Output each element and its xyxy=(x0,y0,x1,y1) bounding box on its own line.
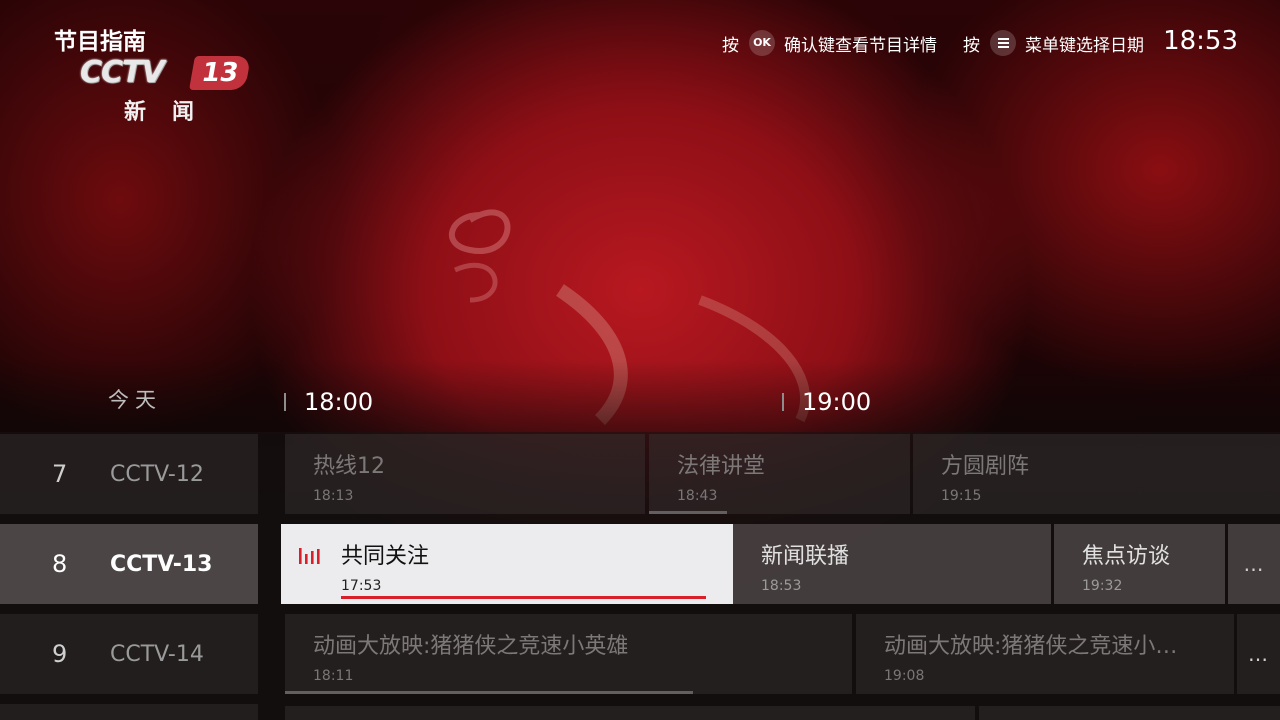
logo-brand-text: CCTV xyxy=(80,55,165,90)
date-selector[interactable]: 今天 xyxy=(108,384,162,414)
program-time: 19:08 xyxy=(884,668,925,684)
more-icon: … xyxy=(1248,642,1269,666)
clock: 18:53 xyxy=(1163,26,1238,56)
hint-text: 确认键查看节目详情 xyxy=(784,35,937,56)
channel-row-cctv-12[interactable]: 7 CCTV-12 xyxy=(0,434,258,514)
tick-marker xyxy=(782,393,784,411)
channel-number: 7 xyxy=(52,460,68,488)
channel-row-cctv-13[interactable]: 8 CCTV-13 xyxy=(0,524,258,604)
channel-name: CCTV-12 xyxy=(110,461,204,487)
program-title: 热线12 xyxy=(313,454,385,479)
program-title: 共同关注 xyxy=(341,544,430,569)
program-progress-bar xyxy=(285,691,693,694)
program-cell[interactable]: 动画大放映:猪猪侠之竞速小… 19:08 xyxy=(856,614,1234,694)
program-cell-focused[interactable]: 共同关注 17:53 xyxy=(281,524,733,604)
tick-marker xyxy=(284,393,286,411)
ok-key-icon: OK xyxy=(749,30,775,56)
program-cell[interactable]: 动画大放映:猪猪侠之竞速小英雄 18:11 xyxy=(285,614,852,694)
more-icon: … xyxy=(1243,552,1265,576)
program-title: 法律讲堂 xyxy=(677,454,766,479)
logo-channel-number: 13 xyxy=(189,56,251,90)
channel-name: CCTV-13 xyxy=(110,551,213,577)
program-progress-bar xyxy=(649,511,727,514)
channel-number: 9 xyxy=(52,640,68,668)
program-time: 18:53 xyxy=(761,578,802,594)
program-time: 19:32 xyxy=(1082,578,1123,594)
program-progress-bar xyxy=(341,596,706,599)
logo-channel-name: 新闻 xyxy=(124,100,221,125)
tick-label: 19:00 xyxy=(802,388,872,416)
remote-hints: 按 OK 确认键查看节目详情 按 菜单键选择日期 xyxy=(722,30,1144,56)
program-title: 动画大放映:猪猪侠之竞速小英雄 xyxy=(313,634,629,659)
channel-row-partial[interactable] xyxy=(0,704,258,720)
program-time: 17:53 xyxy=(341,578,382,594)
program-title: 新闻联播 xyxy=(761,544,850,569)
channel-logo: CCTV 13 新闻 xyxy=(80,54,252,125)
more-programs-button[interactable]: … xyxy=(1237,614,1280,694)
program-time: 18:13 xyxy=(313,488,354,504)
timeline-tick: 19:00 xyxy=(782,388,871,416)
tick-label: 18:00 xyxy=(304,388,374,416)
program-time: 18:11 xyxy=(313,668,354,684)
page-title: 节目指南 xyxy=(54,29,146,55)
program-cell[interactable]: 方圆剧阵 19:15 xyxy=(913,434,1280,514)
program-cell[interactable]: 热线12 18:13 xyxy=(285,434,645,514)
program-cell[interactable] xyxy=(285,706,975,720)
channel-row-cctv-14[interactable]: 9 CCTV-14 xyxy=(0,614,258,694)
program-title: 焦点访谈 xyxy=(1082,544,1171,569)
hint-text: 菜单键选择日期 xyxy=(1025,35,1144,56)
channel-name: CCTV-14 xyxy=(110,641,204,667)
program-cell[interactable]: 新闻联播 18:53 xyxy=(733,524,1051,604)
now-playing-icon xyxy=(299,548,320,564)
program-cell[interactable]: 焦点访谈 19:32 xyxy=(1054,524,1225,604)
program-cell[interactable]: 法律讲堂 18:43 xyxy=(649,434,910,514)
program-title: 动画大放映:猪猪侠之竞速小… xyxy=(884,634,1178,659)
channel-number: 8 xyxy=(52,550,68,578)
program-time: 19:15 xyxy=(941,488,982,504)
timeline-tick: 18:00 xyxy=(284,388,373,416)
hint-prefix: 按 xyxy=(963,35,980,56)
program-time: 18:43 xyxy=(677,488,718,504)
more-programs-button[interactable]: … xyxy=(1228,524,1280,604)
hint-prefix: 按 xyxy=(722,35,739,56)
program-title: 方圆剧阵 xyxy=(941,454,1030,479)
hint-ok: 按 OK 确认键查看节目详情 xyxy=(722,30,937,56)
menu-key-icon xyxy=(990,30,1016,56)
program-cell[interactable] xyxy=(979,706,1280,720)
hint-menu: 按 菜单键选择日期 xyxy=(963,30,1144,56)
